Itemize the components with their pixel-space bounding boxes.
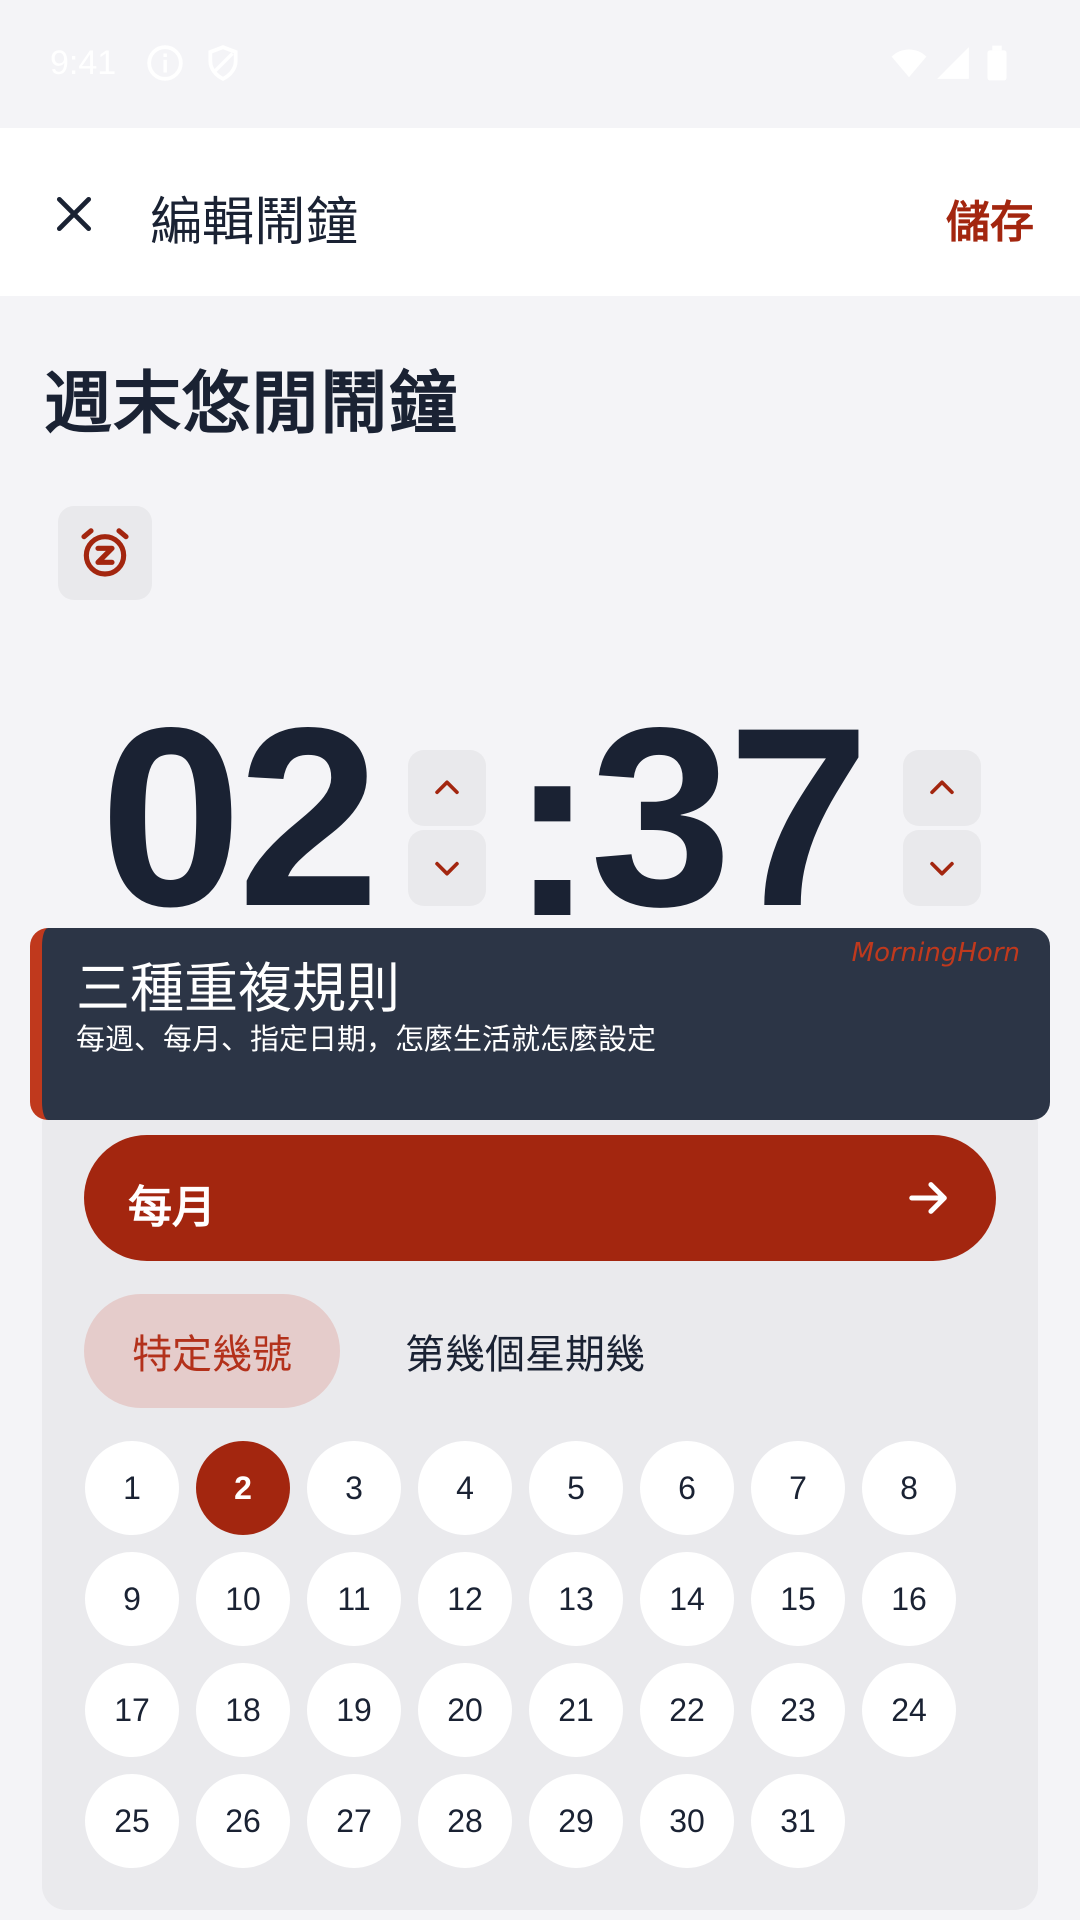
promo-brand: MorningHorn — [851, 938, 1020, 968]
day-28-button[interactable]: 28 — [418, 1774, 512, 1868]
day-8-button[interactable]: 8 — [862, 1441, 956, 1535]
day-5-button[interactable]: 5 — [529, 1441, 623, 1535]
status-bar: 9:41 — [0, 0, 1080, 128]
close-button[interactable] — [44, 184, 104, 244]
day-21-button[interactable]: 21 — [529, 1663, 623, 1757]
page-title: 編輯鬧鐘 — [150, 193, 359, 253]
repeat-mode-label: 每月 — [128, 1182, 216, 1233]
status-time: 9:41 — [50, 44, 117, 82]
day-25-button[interactable]: 25 — [85, 1774, 179, 1868]
hour-value[interactable]: 02 — [100, 690, 380, 945]
day-3-button[interactable]: 3 — [307, 1441, 401, 1535]
promo-subtitle: 每週、每月、指定日期，怎麼生活就怎麼設定 — [76, 1022, 657, 1056]
day-16-button[interactable]: 16 — [862, 1552, 956, 1646]
day-27-button[interactable]: 27 — [307, 1774, 401, 1868]
day-23-button[interactable]: 23 — [751, 1663, 845, 1757]
day-13-button[interactable]: 13 — [529, 1552, 623, 1646]
day-19-button[interactable]: 19 — [307, 1663, 401, 1757]
tab-nth-weekday[interactable]: 第幾個星期幾 — [380, 1294, 670, 1408]
day-9-button[interactable]: 9 — [85, 1552, 179, 1646]
day-17-button[interactable]: 17 — [85, 1663, 179, 1757]
day-29-button[interactable]: 29 — [529, 1774, 623, 1868]
close-icon — [56, 196, 92, 232]
hour-down-button[interactable] — [408, 830, 486, 906]
day-30-button[interactable]: 30 — [640, 1774, 734, 1868]
day-7-button[interactable]: 7 — [751, 1441, 845, 1535]
alarm-name[interactable]: 週末悠閒鬧鐘 — [44, 348, 458, 447]
day-12-button[interactable]: 12 — [418, 1552, 512, 1646]
day-31-button[interactable]: 31 — [751, 1774, 845, 1868]
info-icon — [147, 45, 183, 81]
snooze-alarm-icon — [81, 528, 129, 577]
day-11-button[interactable]: 11 — [307, 1552, 401, 1646]
hour-up-button[interactable] — [408, 750, 486, 826]
promo-banner: 三種重複規則 每週、每月、指定日期，怎麼生活就怎麼設定 MorningHorn — [30, 928, 1050, 1120]
minute-up-button[interactable] — [903, 750, 981, 826]
day-22-button[interactable]: 22 — [640, 1663, 734, 1757]
day-6-button[interactable]: 6 — [640, 1441, 734, 1535]
chevron-down-icon — [930, 861, 954, 876]
shield-icon — [208, 45, 238, 81]
chevron-up-icon — [930, 780, 954, 795]
day-20-button[interactable]: 20 — [418, 1663, 512, 1757]
day-26-button[interactable]: 26 — [196, 1774, 290, 1868]
promo-title: 三種重複規則 — [76, 957, 400, 1020]
day-24-button[interactable]: 24 — [862, 1663, 956, 1757]
tab-specific-date[interactable]: 特定幾號 — [84, 1294, 340, 1408]
minute-value[interactable]: 37 — [590, 690, 870, 945]
day-15-button[interactable]: 15 — [751, 1552, 845, 1646]
day-4-button[interactable]: 4 — [418, 1441, 512, 1535]
battery-icon — [987, 45, 1007, 81]
repeat-mode-button[interactable]: 每月 — [84, 1135, 996, 1261]
time-separator: : — [510, 685, 595, 970]
wifi-icon — [891, 49, 927, 78]
day-18-button[interactable]: 18 — [196, 1663, 290, 1757]
minute-down-button[interactable] — [903, 830, 981, 906]
snooze-button[interactable] — [58, 506, 152, 600]
save-button[interactable]: 儲存 — [946, 186, 1034, 250]
day-10-button[interactable]: 10 — [196, 1552, 290, 1646]
day-2-button[interactable]: 2 — [196, 1441, 290, 1535]
arrow-right-icon — [909, 1182, 947, 1214]
day-14-button[interactable]: 14 — [640, 1552, 734, 1646]
day-1-button[interactable]: 1 — [85, 1441, 179, 1535]
chevron-down-icon — [435, 861, 459, 876]
signal-icon — [937, 47, 969, 79]
chevron-up-icon — [435, 780, 459, 795]
